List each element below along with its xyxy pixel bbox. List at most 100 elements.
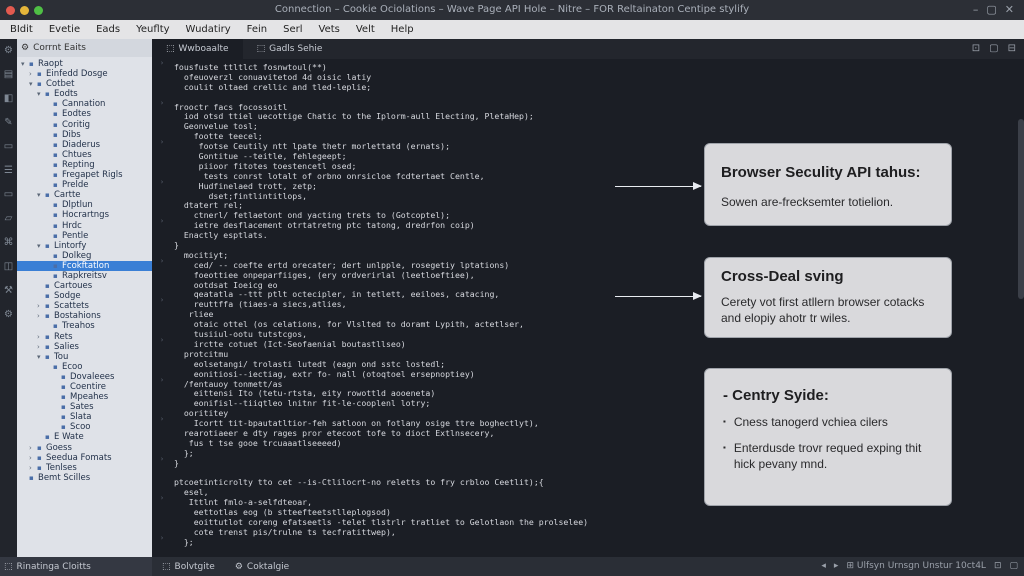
menu-item[interactable]: Wudatiry: [186, 24, 231, 35]
file-icon: ▪: [61, 372, 66, 381]
restore-icon[interactable]: ▢: [986, 3, 996, 16]
layout-icon[interactable]: ▢: [1009, 561, 1018, 571]
file-icon: ▪: [53, 171, 58, 180]
tree-item[interactable]: ▪ Prelde: [17, 180, 152, 190]
tree-item[interactable]: ▪ Repting: [17, 160, 152, 170]
tree-item[interactable]: › ▪ Einfedd Dosge: [17, 69, 152, 79]
tree-item[interactable]: ▪ Hrdc: [17, 221, 152, 231]
folder-icon[interactable]: ▱: [5, 213, 13, 224]
gear-icon: ⚙: [234, 561, 243, 572]
gutter-marker: [152, 524, 172, 534]
tree-item[interactable]: ▾ ▪ Cartte: [17, 190, 152, 200]
tree-item[interactable]: ▪ Fregapet Rigls: [17, 170, 152, 180]
tree-item[interactable]: ▪ Dibs: [17, 130, 152, 140]
tree-item[interactable]: ▪ Dolkeg: [17, 251, 152, 261]
tree-item[interactable]: › ▪ Goess: [17, 443, 152, 453]
tree-item[interactable]: ▪ Chtues: [17, 150, 152, 160]
tree-item[interactable]: ▪ Bemt Scilles: [17, 473, 152, 483]
menu-item[interactable]: Eads: [96, 24, 120, 35]
tree-item[interactable]: ▪ Ecoo: [17, 362, 152, 372]
tree-item[interactable]: ▪ Cartoues: [17, 281, 152, 291]
tree-item[interactable]: ▪ Eodtes: [17, 109, 152, 119]
tree-item[interactable]: › ▪ Tenlses: [17, 463, 152, 473]
gutter-marker: [152, 69, 172, 79]
code-icon[interactable]: ⌘: [4, 237, 14, 248]
menu-item[interactable]: Fein: [247, 24, 267, 35]
menu-item[interactable]: Yeuflty: [136, 24, 169, 35]
menu-item[interactable]: Serl: [283, 24, 302, 35]
bullet-icon: ▪: [723, 443, 726, 452]
gear-icon[interactable]: ⚙: [4, 309, 13, 320]
tree-item[interactable]: ▪ Cannation: [17, 99, 152, 109]
arrow-right-icon[interactable]: ▸: [834, 561, 839, 571]
tree-item[interactable]: › ▪ Rets: [17, 332, 152, 342]
gutter-marker: [152, 79, 172, 89]
minimize-icon[interactable]: –: [973, 3, 979, 16]
extension-icon[interactable]: ◫: [4, 261, 13, 272]
layout-icon[interactable]: ▢: [989, 43, 998, 54]
tree-item[interactable]: ▾ ▪ Lintorfy: [17, 241, 152, 251]
tools-icon[interactable]: ⚒: [4, 285, 13, 296]
menu-item[interactable]: Velt: [356, 24, 375, 35]
tree-item[interactable]: ▪ Fcokftatlon: [17, 260, 152, 271]
tree-item[interactable]: › ▪ Salies: [17, 342, 152, 352]
panel-icon[interactable]: ⊡: [994, 561, 1002, 571]
file-icon: ⬚: [166, 44, 175, 54]
close-icon[interactable]: ✕: [1005, 3, 1014, 16]
tree-item[interactable]: ▪ Coentire: [17, 382, 152, 392]
editor-scrollbar[interactable]: [1018, 119, 1024, 299]
tree-item[interactable]: ▪ Scoo: [17, 422, 152, 432]
tree-item-label: Hocrartngs: [62, 210, 110, 221]
edit-icon[interactable]: ✎: [4, 117, 12, 128]
layers-icon[interactable]: ◧: [4, 93, 13, 104]
panel-icon[interactable]: ⊟: [1008, 43, 1016, 54]
settings-icon[interactable]: ⚙: [4, 45, 13, 56]
tree-item[interactable]: ▪ Treahos: [17, 321, 152, 331]
document-icon[interactable]: ▭: [4, 141, 13, 152]
status-tab-bolvtgite[interactable]: ⬚ Bolvtgite: [152, 562, 225, 572]
list-icon[interactable]: ☰: [4, 165, 13, 176]
settings-icon[interactable]: ⚙: [21, 43, 29, 53]
tab-gadls-sehie[interactable]: ⬚ Gadls Sehie: [243, 39, 337, 59]
menu-item[interactable]: Evetie: [49, 24, 80, 35]
tree-item[interactable]: ▪ Rapkreitsv: [17, 271, 152, 281]
chevron-icon: ›: [29, 443, 32, 452]
tree-item-label: Dovaleees: [70, 371, 115, 382]
menu-item[interactable]: Help: [391, 24, 414, 35]
gutter-marker: [152, 286, 172, 296]
tree-item[interactable]: ▪ Dlptlun: [17, 200, 152, 210]
tree-item[interactable]: ▪ Sates: [17, 402, 152, 412]
menu-item[interactable]: BIdit: [10, 24, 33, 35]
tree-item[interactable]: › ▪ Scattets: [17, 301, 152, 311]
files-icon[interactable]: ▤: [4, 69, 13, 80]
tab-wwboaalte[interactable]: ⬚ Wwboaalte: [152, 39, 243, 59]
tree-item[interactable]: ▾ ▪ Tou: [17, 352, 152, 362]
gutter-marker: [152, 227, 172, 237]
status-info[interactable]: ⊞ Ulfsyn Urnsgn Unstur 10ct4L: [846, 561, 985, 571]
tree-item[interactable]: › ▪ Seedua Fomats: [17, 453, 152, 463]
split-editor-icon[interactable]: ⊡: [972, 43, 980, 54]
tree-item[interactable]: ▪ Mpeahes: [17, 392, 152, 402]
status-left[interactable]: ⬚ Rinatinga Cloitts: [0, 557, 152, 576]
tree-item[interactable]: ▪ E Wate: [17, 432, 152, 442]
tab-label: Wwboaalte: [178, 44, 229, 54]
menu-item[interactable]: Vets: [319, 24, 340, 35]
document-icon[interactable]: ▭: [4, 189, 13, 200]
tree-item[interactable]: ▾ ▪ Eodts: [17, 89, 152, 99]
tree-item[interactable]: ▪ Sodge: [17, 291, 152, 301]
tree-item[interactable]: ▪ Diaderus: [17, 140, 152, 150]
arrow-left-icon[interactable]: ◂: [821, 561, 826, 571]
tree-item[interactable]: ▪ Hocrartngs: [17, 210, 152, 220]
code-line: }: [174, 457, 179, 468]
tree-item[interactable]: ▾ ▪ Raopt: [17, 59, 152, 69]
tree-item[interactable]: ▪ Coritig: [17, 120, 152, 130]
tree-item[interactable]: › ▪ Bostahions: [17, 311, 152, 321]
tree-item[interactable]: ▪ Slata: [17, 412, 152, 422]
tree-item[interactable]: ▪ Pentle: [17, 231, 152, 241]
tree-item-label: Slata: [70, 412, 92, 423]
gutter-marker: [152, 366, 172, 376]
tree-item[interactable]: ▾ ▪ Cotbet: [17, 79, 152, 89]
code-content[interactable]: fousfuste ttltlct fosnwtoul(**) ofeuover…: [174, 62, 654, 548]
status-tab-coktalgie[interactable]: ⚙ Coktalgie: [225, 562, 299, 572]
tree-item[interactable]: ▪ Dovaleees: [17, 372, 152, 382]
